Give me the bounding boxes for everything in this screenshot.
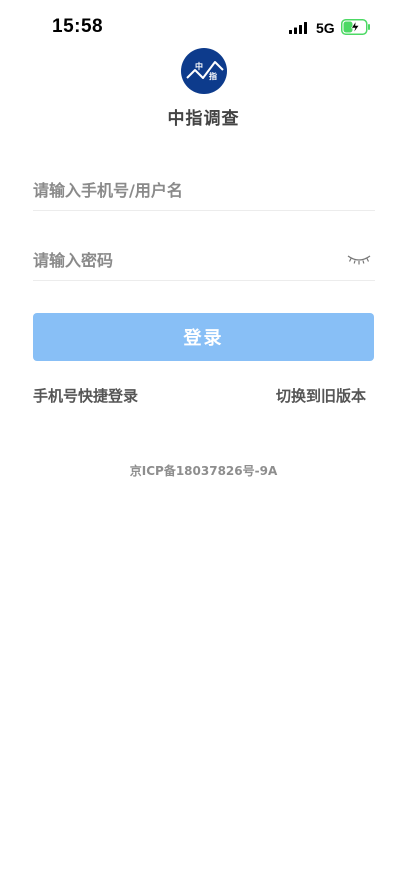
network-label: 5G	[316, 20, 335, 36]
status-bar: 15:58 5G	[0, 0, 407, 50]
secondary-links: 手机号快捷登录 切换到旧版本	[33, 385, 366, 407]
status-time: 15:58	[52, 16, 104, 37]
password-field	[33, 241, 375, 281]
login-screen: 15:58 5G 中 指 中指调查 请输入手机号/用户名 登录 手机号快捷登录 …	[0, 0, 407, 883]
login-button[interactable]: 登录	[33, 313, 374, 361]
zhongzhi-logo-icon: 中 指	[181, 48, 227, 94]
logo-text-bottom: 指	[209, 71, 217, 81]
switch-version-link[interactable]: 切换到旧版本	[276, 385, 366, 406]
username-input[interactable]	[33, 171, 375, 210]
logo-text-top: 中	[195, 61, 203, 71]
quick-login-link[interactable]: 手机号快捷登录	[33, 385, 138, 406]
app-name: 中指调查	[167, 109, 240, 129]
signal-bars-icon	[289, 22, 307, 34]
username-field	[33, 171, 375, 211]
password-input[interactable]	[33, 241, 375, 280]
eye-closed-icon[interactable]	[347, 253, 371, 267]
battery-charging-icon	[341, 19, 370, 35]
icp-license: 京ICP备18037826号-9A	[129, 464, 278, 478]
